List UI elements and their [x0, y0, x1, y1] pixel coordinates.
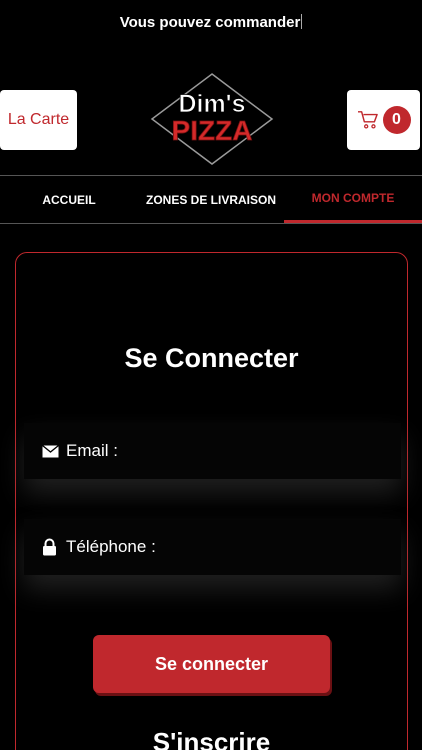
- lock-icon: [42, 538, 60, 556]
- phone-label: Téléphone :: [66, 537, 156, 556]
- phone-input[interactable]: [161, 537, 362, 557]
- register-title: S'inscrire: [152, 727, 271, 750]
- email-label: Email :: [66, 441, 118, 460]
- logo-line-2: PIZZA: [172, 115, 253, 146]
- dims-pizza-logo[interactable]: Dim's PIZZA: [150, 72, 274, 166]
- login-submit-button[interactable]: Se connecter: [93, 635, 330, 693]
- cart-button[interactable]: 0: [347, 90, 420, 150]
- nav-tab-accueil[interactable]: ACCUEIL: [0, 176, 138, 223]
- header: La Carte Dim's PIZZA 0: [0, 72, 422, 168]
- email-input[interactable]: [123, 441, 324, 461]
- nav-tab-mon-compte[interactable]: MON COMPTE: [284, 176, 422, 223]
- login-card: Se Connecter Email : Téléphone : Se conn…: [15, 252, 408, 750]
- envelope-icon: [42, 444, 60, 458]
- top-banner: Vous pouvez commander: [0, 14, 422, 31]
- cart-count-badge: 0: [382, 106, 411, 134]
- menu-carte-button[interactable]: La Carte: [0, 90, 77, 150]
- login-title: Se Connecter: [124, 343, 299, 373]
- phone-field[interactable]: Téléphone :: [24, 519, 401, 575]
- text-caret: [301, 14, 303, 29]
- main-nav: ACCUEIL ZONES DE LIVRAISON MON COMPTE: [0, 175, 422, 224]
- logo-line-1: Dim's: [178, 90, 245, 118]
- banner-text: Vous pouvez commander: [119, 14, 301, 31]
- shopping-cart-icon: [357, 111, 378, 129]
- email-field[interactable]: Email :: [24, 423, 401, 479]
- nav-tab-zones-livraison[interactable]: ZONES DE LIVRAISON: [138, 176, 284, 223]
